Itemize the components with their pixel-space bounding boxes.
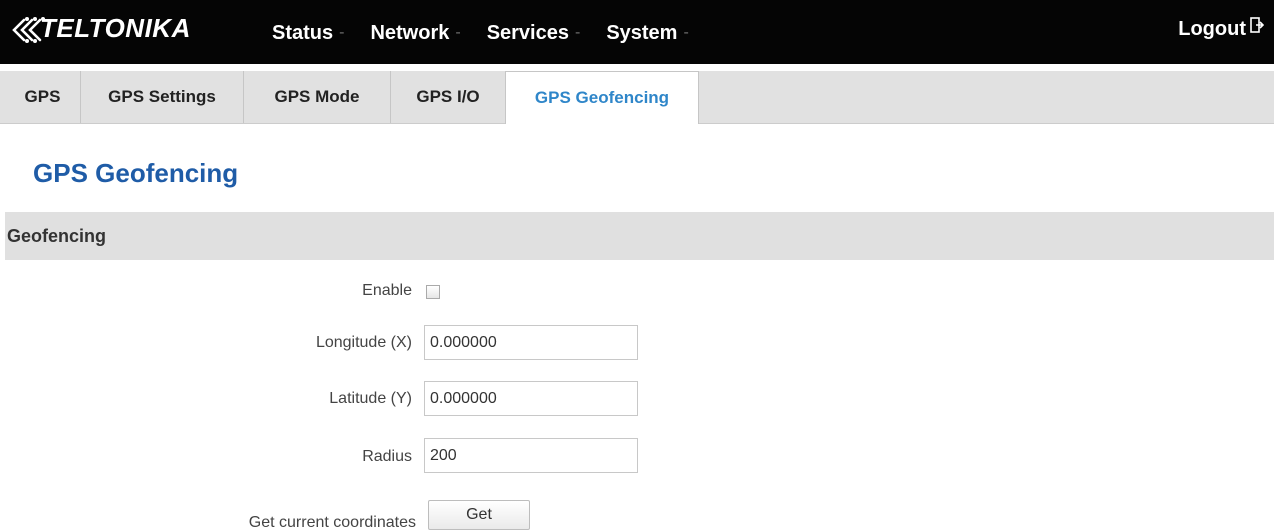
menu-system-label: System — [606, 21, 678, 44]
menu-network-label: Network — [370, 21, 450, 44]
menu-system[interactable]: System - — [606, 22, 688, 45]
dropdown-indicator-icon: - — [339, 24, 345, 41]
latitude-label: Latitude (Y) — [329, 390, 412, 407]
enable-label: Enable — [362, 282, 412, 299]
tab-gps[interactable]: GPS — [5, 71, 81, 123]
logout-icon — [1250, 16, 1264, 33]
dropdown-indicator-icon: - — [683, 24, 689, 41]
menu-services[interactable]: Services - — [487, 22, 581, 45]
tab-gps-io[interactable]: GPS I/O — [391, 71, 506, 123]
enable-checkbox[interactable] — [426, 285, 440, 299]
longitude-label: Longitude (X) — [315, 334, 412, 351]
longitude-row: Longitude (X) — [0, 325, 1274, 361]
geofencing-section-header: Geofencing — [5, 212, 1274, 260]
get-coordinates-button[interactable]: Get — [428, 500, 530, 530]
radius-input[interactable] — [424, 438, 638, 473]
longitude-input[interactable] — [424, 325, 638, 360]
main-menu: Status - Network - Services - System - — [272, 18, 715, 48]
gps-tab-bar: GPS GPS Settings GPS Mode GPS I/O GPS Ge… — [0, 71, 1274, 124]
radius-row: Radius — [0, 438, 1274, 474]
section-title: Geofencing — [7, 225, 107, 246]
get-coordinates-row: Get current coordinates Get — [0, 500, 1274, 531]
logout-link[interactable]: Logout — [1178, 16, 1264, 41]
latitude-input[interactable] — [424, 381, 638, 416]
page-title: GPS Geofencing — [33, 158, 239, 188]
menu-services-label: Services — [486, 21, 569, 44]
teltonika-logo[interactable]: TELTONIKA — [8, 13, 191, 53]
tab-gps-geofencing[interactable]: GPS Geofencing — [505, 71, 699, 124]
get-coordinates-label: Get current coordinates — [248, 514, 416, 531]
menu-status[interactable]: Status - — [272, 22, 344, 45]
enable-row: Enable — [0, 278, 1274, 304]
menu-status-label: Status — [272, 21, 334, 44]
top-navigation-bar: TELTONIKA Status - Network - Services - … — [0, 0, 1274, 64]
latitude-row: Latitude (Y) — [0, 381, 1274, 417]
logout-label: Logout — [1178, 18, 1246, 40]
brand-name: TELTONIKA — [40, 12, 191, 43]
dropdown-indicator-icon: - — [574, 24, 581, 41]
radius-label: Radius — [362, 448, 412, 465]
dropdown-indicator-icon: - — [455, 24, 461, 41]
tab-gps-settings[interactable]: GPS Settings — [81, 71, 244, 123]
menu-network[interactable]: Network - — [370, 22, 460, 45]
tab-gps-mode[interactable]: GPS Mode — [244, 71, 391, 123]
